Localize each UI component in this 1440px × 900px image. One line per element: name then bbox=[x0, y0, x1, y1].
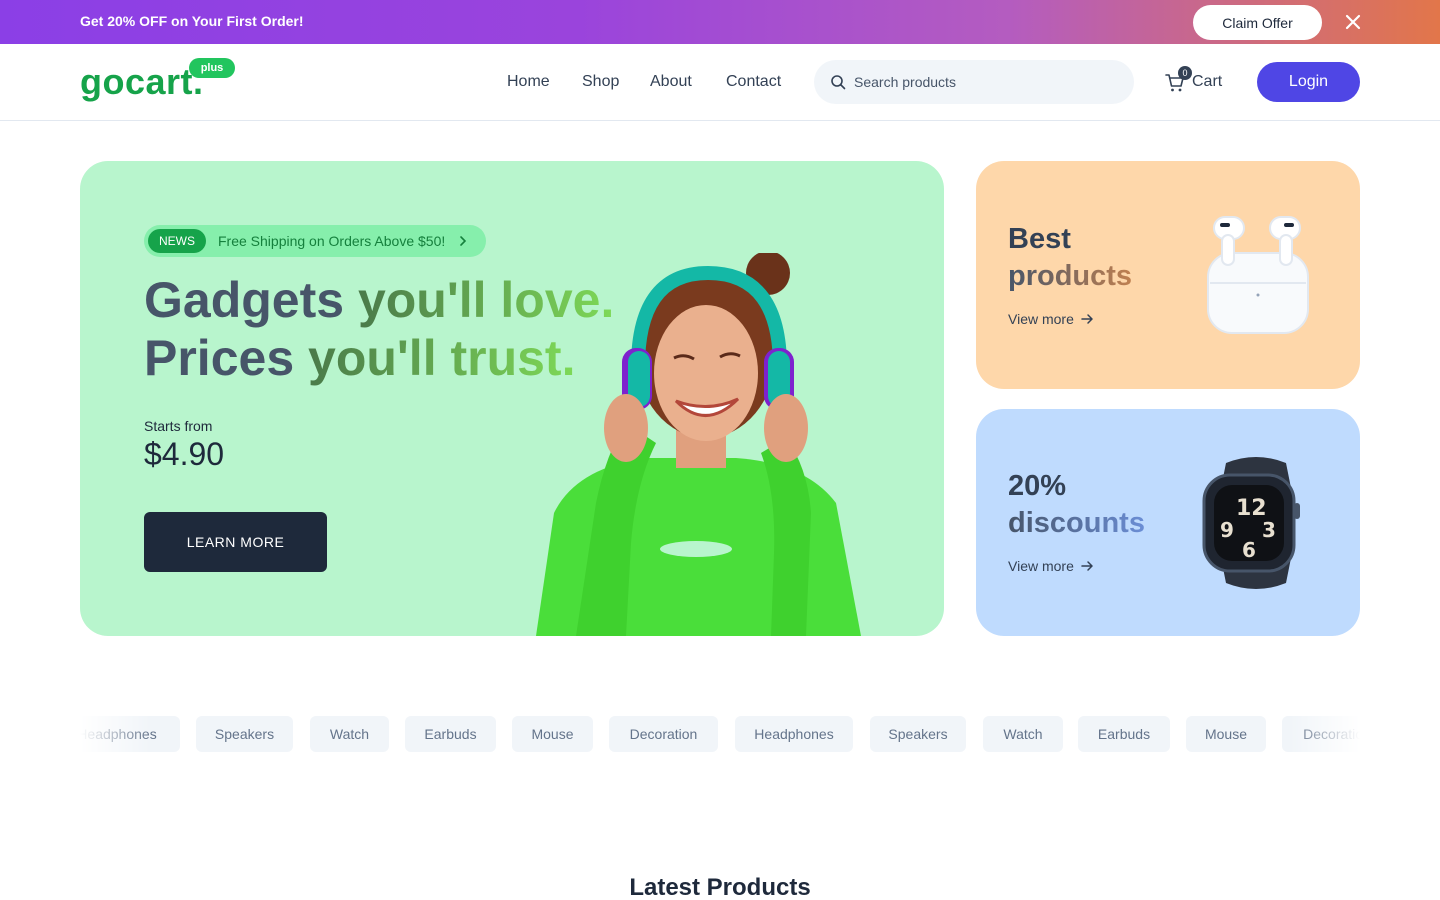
smartwatch-image: 12 9 3 6 bbox=[1202, 457, 1300, 589]
nav-home[interactable]: Home bbox=[507, 73, 550, 91]
category-pill[interactable]: Decoration bbox=[1282, 716, 1360, 752]
category-pill[interactable]: Speakers bbox=[870, 716, 966, 752]
site-header: gocart. plus Home Shop About Contact 0 C… bbox=[0, 44, 1440, 121]
headline-part: Prices bbox=[144, 330, 309, 386]
card-title: 20% discounts bbox=[1008, 468, 1145, 542]
svg-text:3: 3 bbox=[1262, 518, 1276, 542]
learn-more-button[interactable]: LEARN MORE bbox=[144, 512, 327, 572]
hero-model-image bbox=[536, 253, 861, 636]
claim-offer-button[interactable]: Claim Offer bbox=[1193, 5, 1322, 40]
category-pill[interactable]: Watch bbox=[310, 716, 389, 752]
search-input[interactable] bbox=[854, 60, 1124, 104]
latest-products-heading: Latest Products bbox=[629, 874, 811, 900]
headline-part: Gadgets bbox=[144, 272, 358, 328]
login-button[interactable]: Login bbox=[1257, 62, 1360, 102]
view-more-link[interactable]: View more bbox=[1008, 558, 1094, 574]
logo-text: gocart bbox=[80, 61, 194, 102]
category-pill[interactable]: Mouse bbox=[1186, 716, 1266, 752]
card-title-line: products bbox=[1008, 258, 1132, 295]
promo-text: Get 20% OFF on Your First Order! bbox=[80, 13, 304, 29]
nav-about[interactable]: About bbox=[650, 73, 692, 91]
hero-price: $4.90 bbox=[144, 436, 225, 472]
category-pill[interactable]: Headphones bbox=[735, 716, 853, 752]
card-title-line: discounts bbox=[1008, 505, 1145, 542]
close-icon[interactable] bbox=[1342, 11, 1364, 33]
card-title-line: 20% bbox=[1008, 470, 1067, 502]
cart-count-badge: 0 bbox=[1178, 66, 1192, 80]
earbuds-case-image bbox=[1207, 216, 1309, 334]
news-text: Free Shipping on Orders Above $50! bbox=[218, 233, 446, 249]
view-more-label: View more bbox=[1008, 558, 1074, 574]
category-pill[interactable]: Decoration bbox=[609, 716, 718, 752]
news-tag: NEWS bbox=[148, 229, 206, 253]
card-title-line: Best bbox=[1008, 223, 1071, 255]
chevron-right-icon bbox=[460, 236, 467, 246]
cart-label[interactable]: Cart bbox=[1192, 73, 1222, 91]
category-pill[interactable]: Watch bbox=[983, 716, 1063, 752]
arrow-right-icon bbox=[1081, 561, 1093, 571]
view-more-label: View more bbox=[1008, 311, 1074, 327]
category-pill[interactable]: Earbuds bbox=[405, 716, 496, 752]
discounts-card[interactable]: 20% discounts View more 12 9 3 6 bbox=[976, 409, 1360, 636]
category-pill[interactable]: Earbuds bbox=[1078, 716, 1170, 752]
starts-from-label: Starts from bbox=[144, 418, 213, 434]
nav-contact[interactable]: Contact bbox=[726, 73, 781, 91]
category-pill[interactable]: Mouse bbox=[512, 716, 593, 752]
search-bar[interactable] bbox=[814, 60, 1134, 104]
nav-shop[interactable]: Shop bbox=[582, 73, 619, 91]
logo-plus-badge: plus bbox=[189, 58, 235, 78]
search-icon bbox=[831, 75, 846, 90]
arrow-right-icon bbox=[1081, 314, 1093, 324]
category-strip: Headphones Speakers Watch Earbuds Mouse … bbox=[80, 716, 1360, 752]
svg-text:6: 6 bbox=[1242, 538, 1256, 562]
news-pill[interactable]: NEWS Free Shipping on Orders Above $50! bbox=[144, 225, 486, 257]
best-products-card[interactable]: Best products View more bbox=[976, 161, 1360, 389]
card-title: Best products bbox=[1008, 221, 1132, 295]
hero-banner: NEWS Free Shipping on Orders Above $50! … bbox=[80, 161, 944, 636]
logo[interactable]: gocart. bbox=[80, 62, 204, 102]
view-more-link[interactable]: View more bbox=[1008, 311, 1094, 327]
svg-text:9: 9 bbox=[1220, 518, 1234, 542]
category-pill[interactable]: Headphones bbox=[80, 716, 180, 752]
promo-banner: Get 20% OFF on Your First Order! Claim O… bbox=[0, 0, 1440, 44]
category-pill[interactable]: Speakers bbox=[196, 716, 293, 752]
